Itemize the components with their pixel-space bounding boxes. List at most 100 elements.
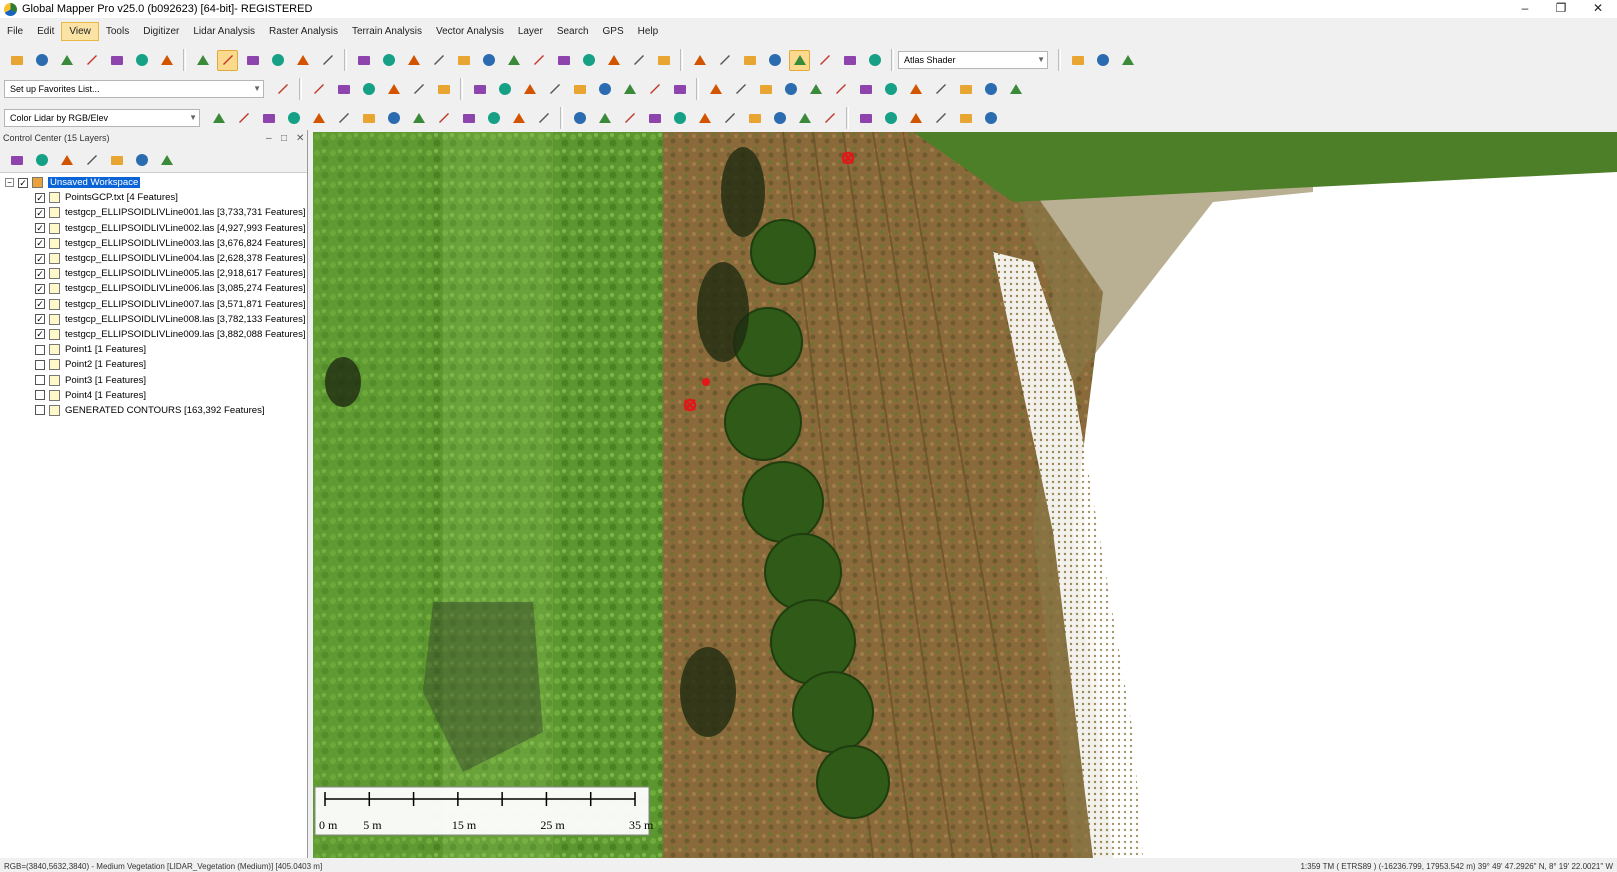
layer-checkbox[interactable]: ✓ bbox=[35, 207, 45, 218]
home-icon[interactable] bbox=[192, 50, 213, 71]
zoomout-icon[interactable] bbox=[628, 50, 649, 71]
grid-icon[interactable] bbox=[619, 79, 640, 100]
menu-terrain-analysis[interactable]: Terrain Analysis bbox=[345, 23, 429, 40]
layer-item[interactable]: ✓ testgcp_ELLIPSOIDLIVLine004.las [2,628,… bbox=[0, 251, 307, 266]
info-icon[interactable] bbox=[31, 149, 52, 170]
tree-icon[interactable] bbox=[1005, 79, 1026, 100]
zoomout-icon[interactable] bbox=[308, 108, 329, 129]
grid-icon[interactable] bbox=[81, 50, 102, 71]
save-icon[interactable] bbox=[980, 108, 1001, 129]
tree-icon[interactable] bbox=[131, 149, 152, 170]
chart-icon[interactable] bbox=[980, 79, 1001, 100]
menu-edit[interactable]: Edit bbox=[30, 23, 61, 40]
menu-help[interactable]: Help bbox=[631, 23, 666, 40]
home-icon[interactable] bbox=[764, 50, 785, 71]
zoom-icon[interactable] bbox=[283, 108, 304, 129]
doc-icon[interactable] bbox=[508, 108, 529, 129]
gear-icon[interactable] bbox=[905, 108, 926, 129]
grid-icon[interactable] bbox=[272, 79, 293, 100]
panel-maximize-icon[interactable]: □ bbox=[281, 130, 287, 147]
globe-icon[interactable] bbox=[453, 50, 474, 71]
ruler-icon[interactable] bbox=[292, 50, 313, 71]
info-icon[interactable] bbox=[408, 79, 429, 100]
zoom-icon[interactable] bbox=[689, 50, 710, 71]
layer-item[interactable]: ✓ testgcp_ELLIPSOIDLIVLine002.las [4,927,… bbox=[0, 221, 307, 236]
back-icon[interactable] bbox=[653, 50, 674, 71]
mountain-icon[interactable] bbox=[81, 149, 102, 170]
menu-raster-analysis[interactable]: Raster Analysis bbox=[262, 23, 345, 40]
save-icon[interactable] bbox=[769, 108, 790, 129]
tree-icon[interactable] bbox=[619, 108, 640, 129]
layer-item[interactable]: ✓ testgcp_ELLIPSOIDLIVLine003.las [3,676,… bbox=[0, 236, 307, 251]
globe-icon[interactable] bbox=[955, 108, 976, 129]
minimize-button[interactable]: – bbox=[1506, 0, 1544, 18]
pencil-icon[interactable] bbox=[805, 79, 826, 100]
panel-close-icon[interactable]: ✕ bbox=[296, 130, 304, 147]
tree-icon[interactable] bbox=[1117, 50, 1138, 71]
x-icon[interactable] bbox=[433, 108, 454, 129]
layer-item[interactable]: ✓ testgcp_ELLIPSOIDLIVLine001.las [3,733,… bbox=[0, 205, 307, 220]
stop-icon[interactable] bbox=[494, 79, 515, 100]
doc-icon[interactable] bbox=[930, 79, 951, 100]
play-icon[interactable] bbox=[644, 108, 665, 129]
doc-icon[interactable] bbox=[56, 149, 77, 170]
x-icon[interactable] bbox=[358, 79, 379, 100]
save-icon[interactable] bbox=[56, 50, 77, 71]
back-icon[interactable] bbox=[739, 50, 760, 71]
gear-icon[interactable] bbox=[694, 108, 715, 129]
chart-icon[interactable] bbox=[594, 108, 615, 129]
box-icon[interactable] bbox=[408, 108, 429, 129]
box-icon[interactable] bbox=[242, 50, 263, 71]
info-icon[interactable] bbox=[483, 108, 504, 129]
menu-vector-analysis[interactable]: Vector Analysis bbox=[429, 23, 511, 40]
gear-icon[interactable] bbox=[403, 50, 424, 71]
folder-icon[interactable] bbox=[719, 108, 740, 129]
layers-icon[interactable] bbox=[553, 50, 574, 71]
folder-icon[interactable] bbox=[6, 50, 27, 71]
play-icon[interactable] bbox=[855, 108, 876, 129]
play-icon[interactable] bbox=[353, 50, 374, 71]
stop-icon[interactable] bbox=[378, 50, 399, 71]
info-icon[interactable] bbox=[905, 79, 926, 100]
menu-file[interactable]: File bbox=[0, 23, 30, 40]
layer-checkbox[interactable] bbox=[35, 359, 45, 370]
ruler-icon[interactable] bbox=[864, 50, 885, 71]
mountain-icon[interactable] bbox=[1067, 50, 1088, 71]
menu-tools[interactable]: Tools bbox=[99, 23, 136, 40]
layer-checkbox[interactable]: ✓ bbox=[35, 299, 45, 310]
lidar-color-select[interactable]: Color Lidar by RGB/Elev ▼ bbox=[4, 109, 200, 127]
chart-icon[interactable] bbox=[106, 149, 127, 170]
folder-icon[interactable] bbox=[428, 50, 449, 71]
zoom-icon[interactable] bbox=[603, 50, 624, 71]
map-canvas[interactable]: 0 m 5 m 15 m 25 m 35 m bbox=[313, 132, 1617, 858]
wrench-icon[interactable] bbox=[644, 79, 665, 100]
layer-checkbox[interactable]: ✓ bbox=[35, 314, 45, 325]
layer-checkbox[interactable] bbox=[35, 405, 45, 416]
doc-icon[interactable] bbox=[433, 79, 454, 100]
menu-layer[interactable]: Layer bbox=[511, 23, 550, 40]
map-view[interactable]: 0 m 5 m 15 m 25 m 35 m bbox=[313, 132, 1617, 858]
layer-item[interactable]: ✓ PointsGCP.txt [4 Features] bbox=[0, 190, 307, 205]
layers-icon[interactable] bbox=[669, 79, 690, 100]
home-icon[interactable] bbox=[780, 79, 801, 100]
pencil-icon[interactable] bbox=[217, 49, 238, 71]
save-icon[interactable] bbox=[478, 50, 499, 71]
layer-item[interactable]: ✓ testgcp_ELLIPSOIDLIVLine009.las [3,882,… bbox=[0, 327, 307, 342]
layer-item[interactable]: Point3 [1 Features] bbox=[0, 372, 307, 387]
menu-gps[interactable]: GPS bbox=[596, 23, 631, 40]
collapse-icon[interactable]: − bbox=[5, 178, 14, 188]
layers-icon[interactable] bbox=[131, 50, 152, 71]
menu-search[interactable]: Search bbox=[550, 23, 596, 40]
zoom-icon[interactable] bbox=[705, 79, 726, 100]
layer-item[interactable]: Point1 [1 Features] bbox=[0, 342, 307, 357]
layer-checkbox[interactable]: ✓ bbox=[35, 268, 45, 279]
box-icon[interactable] bbox=[830, 79, 851, 100]
pan-icon[interactable] bbox=[156, 50, 177, 71]
mountain-icon[interactable] bbox=[955, 79, 976, 100]
mountain-icon[interactable] bbox=[533, 108, 554, 129]
layer-checkbox[interactable] bbox=[35, 375, 45, 386]
favorites-select[interactable]: Set up Favorites List... ▼ bbox=[4, 80, 264, 98]
save-icon[interactable] bbox=[594, 79, 615, 100]
box-icon[interactable] bbox=[333, 79, 354, 100]
pencil-icon[interactable] bbox=[789, 49, 810, 71]
